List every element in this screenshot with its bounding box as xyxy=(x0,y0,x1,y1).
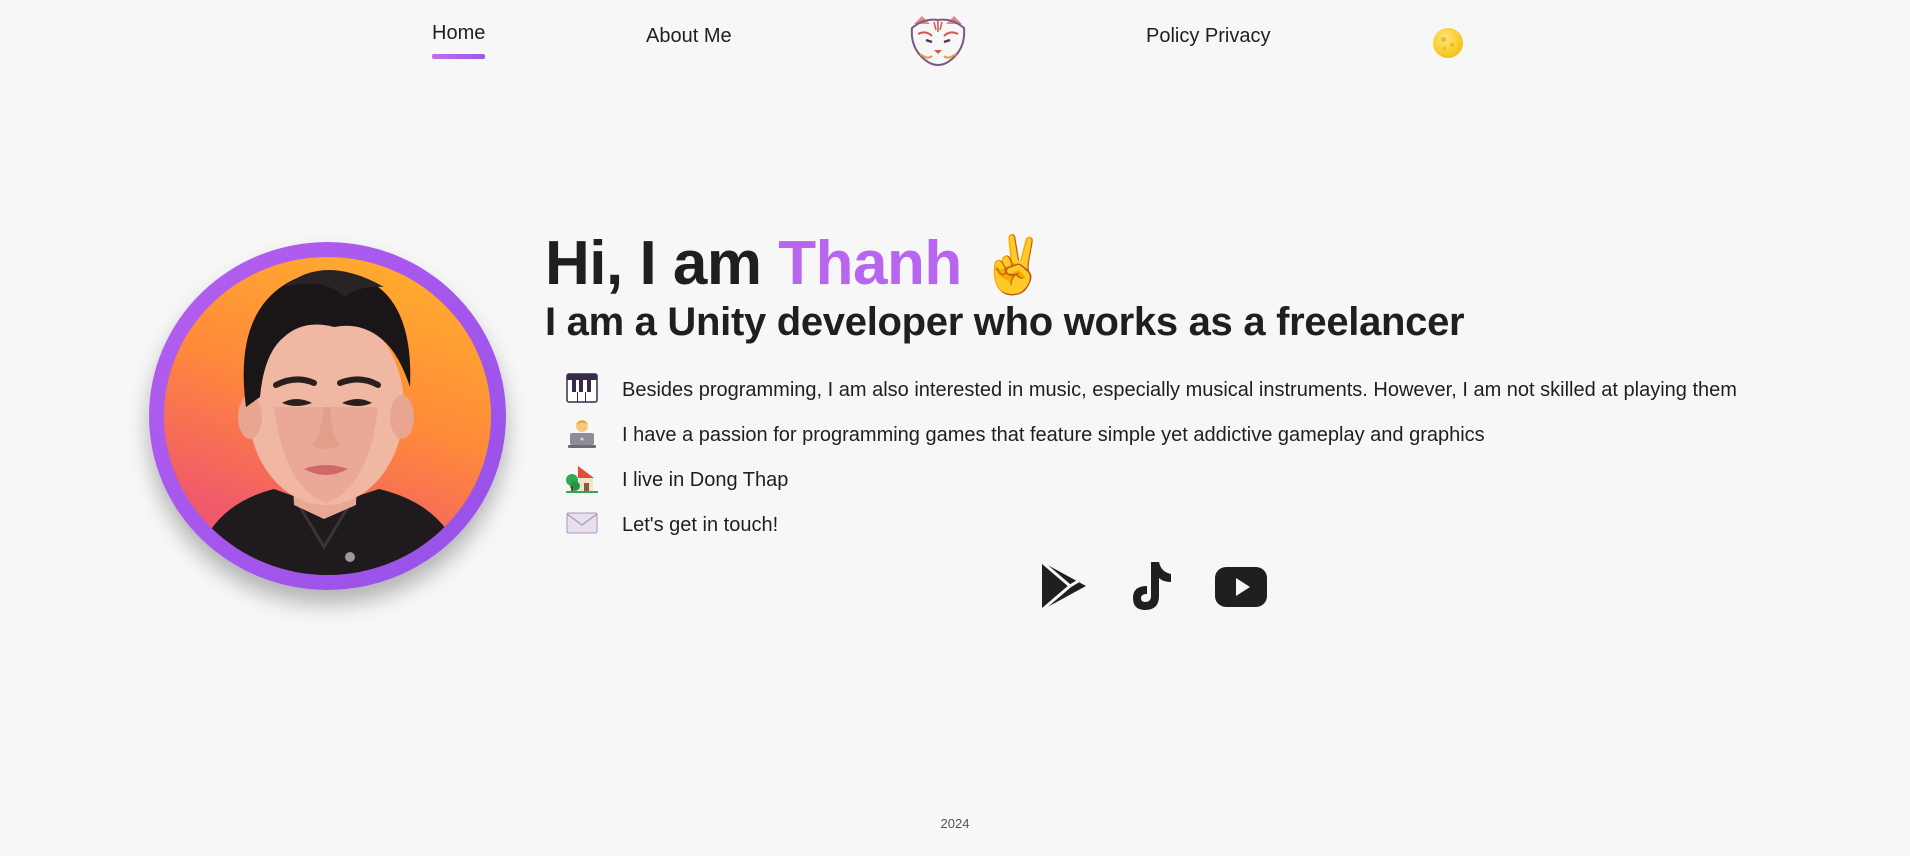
hero-heading: Hi, I am Thanh ✌️ xyxy=(545,226,1048,303)
avatar xyxy=(149,242,506,590)
moon-icon[interactable] xyxy=(1433,28,1463,58)
tiktok-icon[interactable] xyxy=(1129,560,1173,612)
envelope-icon xyxy=(566,507,598,539)
victory-hand-icon: ✌️ xyxy=(978,233,1048,296)
piano-icon xyxy=(566,372,598,404)
fact-text: Besides programming, I am also intereste… xyxy=(622,379,1737,401)
house-icon xyxy=(566,462,598,494)
nav-policy-link[interactable]: Policy Privacy xyxy=(1146,25,1270,48)
fact-text: I have a passion for programming games t… xyxy=(622,424,1485,446)
nav-about-link[interactable]: About Me xyxy=(646,25,732,48)
fact-text: Let's get in touch! xyxy=(622,514,779,536)
footer-year: 2024 xyxy=(940,816,970,831)
tiger-logo-icon[interactable] xyxy=(904,10,972,68)
hero-name: Thanh xyxy=(778,229,962,298)
greeting-prefix: Hi, I am xyxy=(545,229,779,298)
hero-subtitle: I am a Unity developer who works as a fr… xyxy=(545,300,1465,344)
nav-home-link[interactable]: Home xyxy=(432,22,486,59)
google-play-icon[interactable] xyxy=(1040,560,1088,612)
technologist-icon xyxy=(566,417,598,449)
avatar-portrait xyxy=(164,257,491,575)
youtube-icon[interactable] xyxy=(1214,566,1268,608)
fact-text: I live in Dong Thap xyxy=(622,469,789,491)
top-nav: Home About Me Policy Privacy xyxy=(0,0,1910,80)
